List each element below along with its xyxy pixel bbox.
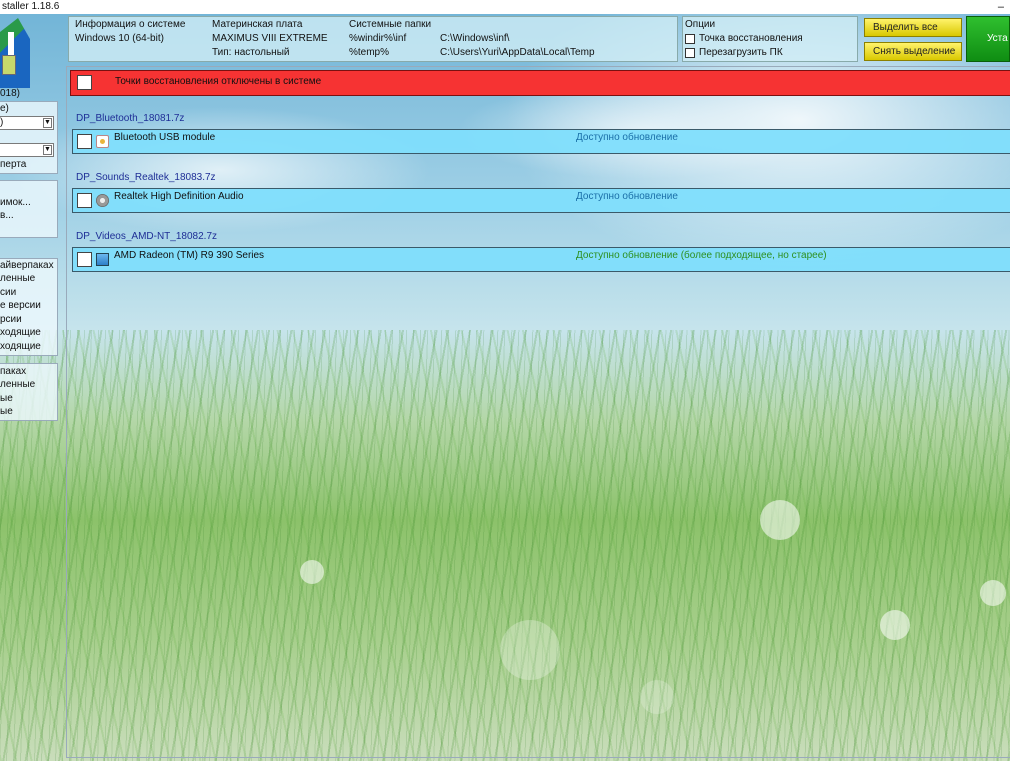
restore-warning-row: Точки восстановления отключены в системе [70,70,1010,96]
minimize-button[interactable]: – [998,0,1004,14]
restore-point-checkbox[interactable] [685,34,695,44]
folder-path[interactable]: C:\Windows\inf\ [440,33,509,44]
motherboard-header: Материнская плата [212,19,303,30]
folder-key: %temp% [349,47,390,58]
snapshot-link[interactable]: имок... [0,197,31,208]
restore-point-label[interactable]: Точка восстановления [699,33,803,44]
bluetooth-device-icon [96,135,109,148]
system-info-panel: Информация о системе Windows 10 (64-bit)… [68,16,678,62]
expert-mode-label[interactable]: перта [0,159,26,170]
sysinfo-header: Информация о системе [75,19,186,30]
device-status: Доступно обновление [576,191,678,202]
filter-item[interactable]: айверпаках [0,260,54,271]
extract-link[interactable]: в... [0,210,14,221]
driver-list [66,66,1010,758]
device-name: Bluetooth USB module [114,132,216,143]
device-row[interactable]: Bluetooth USB module Доступно обновление [72,129,1010,154]
folder-path[interactable]: C:\Users\Yuri\AppData\Local\Temp [440,47,595,58]
reboot-label[interactable]: Перезагрузить ПК [699,47,783,58]
device-name: Realtek High Definition Audio [114,191,244,202]
filter-item[interactable]: ходящие [0,327,41,338]
language-combo[interactable]: ▼ [0,143,54,157]
reboot-checkbox[interactable] [685,48,695,58]
restore-warning-text: Точки восстановления отключены в системе [115,76,322,87]
logo-card-icon [2,55,16,75]
driverpack-title: DP_Videos_AMD-NT_18082.7z [76,231,218,242]
combo-label: е) [0,103,9,114]
title-bar: staller 1.18.6 – [0,0,1010,14]
filter-item[interactable]: рсии [0,314,22,325]
driverpack-title: DP_Bluetooth_18081.7z [76,113,185,124]
folders-header: Системные папки [349,19,432,30]
motherboard-value: MAXIMUS VIII EXTREME [212,33,328,44]
filter-item[interactable]: сии [0,287,16,298]
pc-type-value: Тип: настольный [212,47,290,58]
driverpack-title: DP_Sounds_Realtek_18083.7z [76,172,216,183]
chevron-down-icon[interactable]: ▼ [43,145,52,155]
device-row[interactable]: Realtek High Definition Audio Доступно о… [72,188,1010,213]
device-status: Доступно обновление [576,132,678,143]
device-checkbox[interactable] [77,134,92,149]
window-title: staller 1.18.6 [2,1,60,12]
filter-item[interactable]: паках [0,366,26,377]
options-header: Опции [685,19,716,30]
warning-checkbox[interactable] [77,75,92,90]
theme-combo[interactable]: ) ▼ [0,116,54,130]
device-row[interactable]: AMD Radeon (TM) R9 390 Series Доступно о… [72,247,1010,272]
logo-letter [8,32,14,56]
device-checkbox[interactable] [77,193,92,208]
filter-item[interactable]: ые [0,406,13,417]
filter-item[interactable]: ленные [0,273,35,284]
install-button[interactable]: Уста [966,16,1010,62]
device-status: Доступно обновление (более подходящее, н… [576,250,827,261]
device-checkbox[interactable] [77,252,92,267]
snapshot-box [0,180,58,238]
audio-device-icon [96,194,109,207]
os-value: Windows 10 (64-bit) [75,33,164,44]
combo-value: ) [0,117,4,128]
filter-item[interactable]: ые [0,393,13,404]
filter-item[interactable]: е версии [0,300,41,311]
app-logo-icon [0,18,30,88]
app-version: 018) [0,88,21,99]
device-name: AMD Radeon (TM) R9 390 Series [114,250,265,261]
folder-key: %windir%\inf [349,33,407,44]
filter-item[interactable]: ходящие [0,341,41,352]
select-all-button[interactable]: Выделить все [864,18,962,37]
options-panel: Опции Точка восстановления Перезагрузить… [682,16,858,62]
chevron-down-icon[interactable]: ▼ [43,118,52,128]
filter-item[interactable]: ленные [0,379,35,390]
deselect-button[interactable]: Снять выделение [864,42,962,61]
display-adapter-icon [96,253,109,266]
